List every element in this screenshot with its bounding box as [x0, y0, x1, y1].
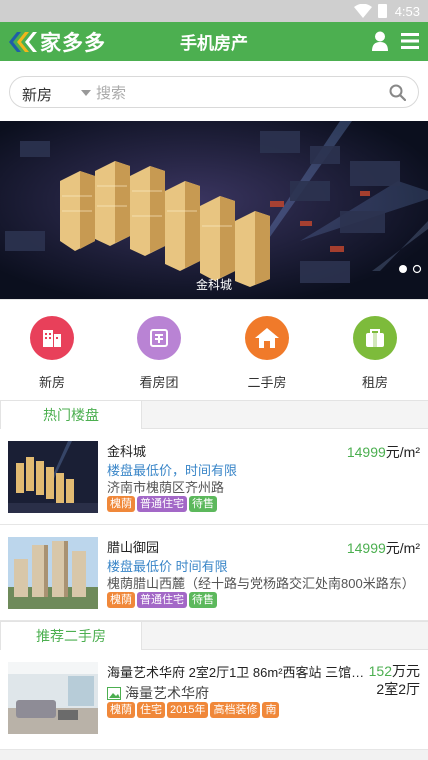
price-number: 152 — [368, 663, 392, 679]
listing-item[interactable]: 腊山御园 14999元/m² 楼盘最低价 时间有限 槐荫腊山西麓（经十路与党杨路… — [0, 525, 428, 621]
listing-tags: 槐荫 住宅 2015年 高档装修 南 — [107, 702, 280, 718]
quicknav-new-house[interactable]: 新房 — [7, 316, 97, 391]
listing-price: 14999元/m² — [347, 538, 420, 558]
banner-caption: 金科城 — [195, 278, 232, 292]
listing-address: 槐荫腊山西麓（经十路与党杨路交汇处南800米路东） — [107, 576, 415, 591]
listing-layout: 2室2厅 — [376, 681, 420, 697]
recommend-section-header: 推荐二手房 — [0, 621, 428, 651]
price-unit: 元/m² — [385, 444, 420, 460]
building-icon — [30, 316, 74, 360]
category-select[interactable]: 新房 — [22, 84, 52, 105]
status-time: 4:53 — [394, 3, 420, 19]
wifi-icon — [353, 4, 372, 18]
tag-type: 普通住宅 — [137, 592, 187, 608]
tag-district: 槐荫 — [107, 702, 135, 718]
listing-title: 海量艺术华府 2室2厅1卫 86m²西客站 三馆旁 有... — [107, 665, 365, 680]
quicknav-label: 新房 — [38, 375, 65, 390]
battery-icon — [377, 4, 387, 18]
listing-item[interactable]: 金科城 14999元/m² 楼盘最低价，时间有限 济南市槐荫区齐州路 槐荫 普通… — [0, 429, 428, 525]
listing-address: 济南市槐荫区齐州路 — [107, 480, 225, 495]
quick-nav: 新房 看房团 二手房 租房 — [0, 299, 428, 400]
quicknav-label: 租房 — [361, 375, 388, 390]
quicknav-tour-group[interactable]: 看房团 — [114, 316, 204, 391]
chevron-down-icon[interactable] — [81, 90, 91, 96]
listing-thumbnail — [8, 537, 98, 609]
search-bar: 新房 — [9, 76, 419, 108]
tag-district: 槐荫 — [107, 496, 135, 512]
price-unit: 元/m² — [385, 540, 420, 556]
tag-type: 住宅 — [137, 702, 165, 718]
listing-title: 金科城 — [107, 444, 147, 459]
price-number: 14999 — [346, 444, 386, 460]
listing-title: 腊山御园 — [107, 540, 160, 555]
listing-thumbnail — [8, 662, 98, 734]
tab-hot-projects[interactable]: 热门楼盘 — [0, 400, 142, 430]
status-bar: 4:53 — [0, 0, 428, 22]
tag-type: 普通住宅 — [137, 496, 187, 512]
tag-district: 槐荫 — [107, 592, 135, 608]
listing-tags: 槐荫 普通住宅 待售 — [107, 496, 217, 512]
listing-item[interactable]: 海量艺术华府 2室2厅1卫 86m²西客站 三馆旁 有... 152万元 2室2… — [0, 650, 428, 750]
carousel-dots[interactable] — [398, 264, 422, 274]
tag-status: 待售 — [189, 592, 217, 608]
bag-icon — [353, 316, 397, 360]
hot-section-header: 热门楼盘 — [0, 400, 428, 430]
community-name: 海量艺术华府 — [125, 685, 209, 701]
tab-recommended-second-hand[interactable]: 推荐二手房 — [0, 621, 142, 651]
banner-carousel[interactable]: 金科城 — [0, 121, 428, 299]
quicknav-label: 二手房 — [247, 375, 287, 390]
tag-orientation: 南 — [262, 702, 280, 718]
logo[interactable]: 家多多 — [8, 28, 106, 55]
listing-tags: 槐荫 普通住宅 待售 — [107, 592, 217, 608]
banner-image — [0, 121, 428, 299]
tag-year: 2015年 — [167, 702, 209, 718]
listing-price: 14999元/m² — [347, 442, 420, 462]
listing-thumbnail — [8, 441, 98, 513]
search-input[interactable] — [96, 82, 376, 104]
quicknav-label: 看房团 — [139, 375, 179, 390]
logo-text: 家多多 — [40, 31, 106, 55]
menu-icon[interactable] — [401, 33, 419, 49]
quicknav-second-hand[interactable]: 二手房 — [222, 316, 312, 391]
price-number: 14999 — [346, 540, 386, 556]
house-icon — [245, 316, 289, 360]
search-section: 新房 — [0, 61, 428, 121]
logo-mark-icon — [9, 31, 37, 52]
group-icon — [137, 316, 181, 360]
listing-price: 152万元 2室2厅 — [369, 662, 420, 698]
quicknav-rent[interactable]: 租房 — [330, 316, 420, 391]
app-bar: 家多多 手机房产 — [0, 22, 428, 61]
tag-decoration: 高档装修 — [210, 702, 261, 718]
listing-community: 海量艺术华府 — [107, 683, 209, 703]
price-unit: 万元 — [392, 663, 420, 679]
search-icon[interactable] — [389, 84, 406, 101]
user-icon[interactable] — [371, 31, 389, 51]
tag-status: 待售 — [189, 496, 217, 512]
image-icon — [107, 686, 121, 700]
